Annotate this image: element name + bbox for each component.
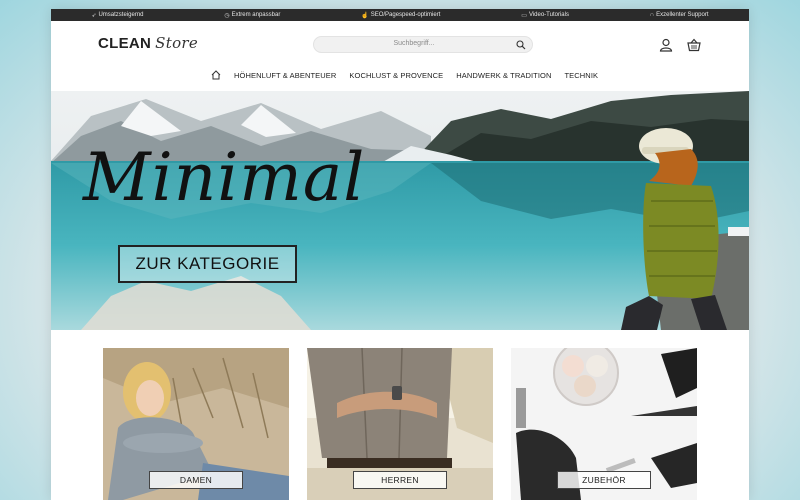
hero-banner[interactable]: Minimal ZUR KATEGORIE	[51, 91, 749, 330]
nav-item-technik[interactable]: TECHNIK	[564, 71, 598, 80]
category-card-damen[interactable]: DAMEN	[103, 348, 289, 500]
user-icon[interactable]	[659, 38, 673, 52]
category-button-herren[interactable]: HERREN	[353, 471, 447, 489]
top-feature-bar: ➶ Umsatzsteigernd ◷ Extrem anpassbar ☝ S…	[51, 9, 749, 21]
category-card-herren[interactable]: HERREN	[307, 348, 493, 500]
store-logo[interactable]: CLEAN Store	[98, 34, 198, 52]
feature-item-video: ▭ Video-Tutorials	[521, 12, 569, 19]
feature-item-umsatz: ➶ Umsatzsteigernd	[91, 12, 143, 19]
category-button-damen[interactable]: DAMEN	[149, 471, 243, 489]
feature-label: Extrem anpassbar	[231, 12, 281, 18]
hero-title: Minimal	[83, 139, 366, 216]
nav-item-handwerk[interactable]: HANDWERK & TRADITION	[456, 71, 551, 80]
hero-category-button[interactable]: ZUR KATEGORIE	[118, 245, 297, 283]
search-placeholder: Suchbegriff...	[393, 40, 435, 47]
logo-text-store: Store	[155, 34, 199, 52]
nav-item-hoehenluft[interactable]: HÖHENLUFT & ABENTEUER	[234, 71, 336, 80]
home-icon[interactable]	[211, 70, 221, 80]
feature-label: SEO/Pagespeed-optimiert	[370, 12, 441, 18]
feature-item-seo: ☝ SEO/Pagespeed-optimiert	[361, 12, 440, 19]
clock-icon: ◷	[224, 12, 230, 19]
category-button-zubehoer[interactable]: ZUBEHÖR	[557, 471, 651, 489]
feature-item-anpassbar: ◷ Extrem anpassbar	[224, 12, 280, 19]
feature-item-support: ∩ Exzellenter Support	[650, 12, 709, 18]
feature-label: Video-Tutorials	[528, 12, 569, 18]
feature-label: Umsatzsteigernd	[98, 12, 144, 18]
search-field[interactable]: Suchbegriff...	[313, 36, 533, 53]
category-card-zubehoer[interactable]: ZUBEHÖR	[511, 348, 697, 500]
video-icon: ▭	[521, 12, 527, 19]
browser-frame: ➶ Umsatzsteigernd ◷ Extrem anpassbar ☝ S…	[51, 9, 749, 500]
logo-text-clean: CLEAN	[98, 35, 152, 52]
headset-icon: ∩	[649, 12, 655, 18]
rocket-icon: ➶	[91, 12, 97, 19]
feature-label: Exzellenter Support	[656, 12, 709, 18]
main-navigation: HÖHENLUFT & ABENTEUER KOCHLUST & PROVENC…	[211, 69, 598, 81]
thumbs-up-icon: ☝	[361, 12, 369, 19]
search-icon[interactable]	[516, 40, 526, 50]
nav-item-kochlust[interactable]: KOCHLUST & PROVENCE	[349, 71, 443, 80]
basket-icon[interactable]	[687, 38, 701, 52]
